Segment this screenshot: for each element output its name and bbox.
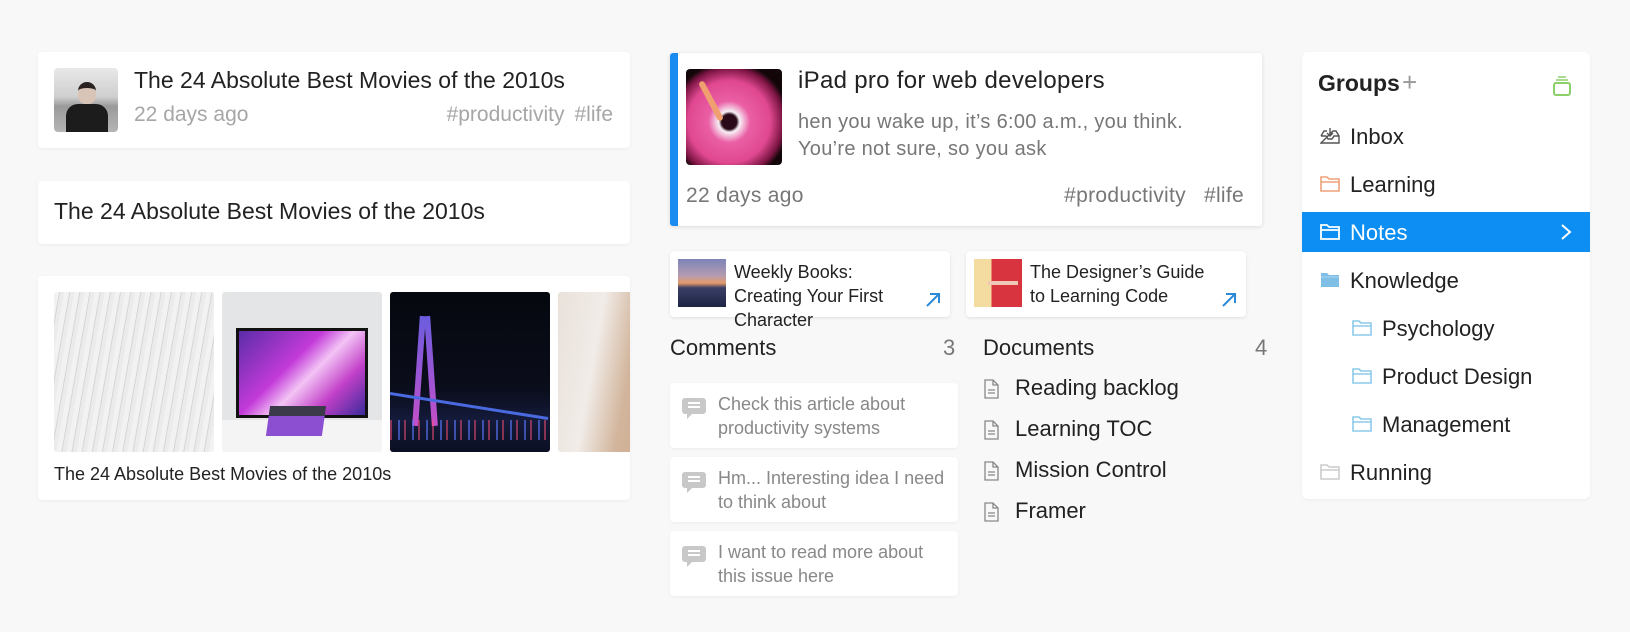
article-tags: #productivity #life: [447, 103, 613, 127]
group-label: Learning: [1350, 172, 1436, 197]
group-label: Knowledge: [1350, 268, 1459, 293]
folder-icon: [1320, 176, 1340, 192]
document-icon: [984, 461, 999, 481]
document-label: Mission Control: [1015, 457, 1167, 482]
document-icon: [984, 379, 999, 399]
gallery-image[interactable]: [390, 292, 550, 452]
comments-count: 3: [943, 335, 956, 360]
group-item-management[interactable]: Management: [1302, 404, 1590, 444]
selection-accent-bar: [670, 53, 678, 226]
avatar: [54, 68, 118, 132]
article-title: The 24 Absolute Best Movies of the 2010s: [54, 198, 485, 224]
link-title: Weekly Books: Creating Your First Charac…: [734, 262, 884, 330]
article-tags: #productivity #life: [1064, 184, 1244, 208]
group-item-running[interactable]: Running: [1302, 452, 1590, 492]
document-label: Reading backlog: [1015, 375, 1179, 400]
add-group-button[interactable]: +: [1402, 69, 1417, 95]
group-label: Notes: [1350, 220, 1408, 245]
gallery-image[interactable]: [222, 292, 382, 452]
comments-heading: Comments: [670, 335, 777, 360]
group-item-inbox[interactable]: Inbox: [1302, 116, 1590, 156]
link-title: The Designer’s Guide to Learning Code: [1030, 262, 1205, 306]
group-label: Psychology: [1382, 316, 1495, 341]
inbox-icon: [1320, 128, 1340, 144]
comment-item[interactable]: I want to read more about this issue her…: [670, 531, 958, 596]
tag-link[interactable]: #life: [1204, 184, 1244, 207]
group-label: Product Design: [1382, 364, 1533, 389]
comment-text: Check this article about productivity sy…: [718, 394, 906, 438]
gallery-image[interactable]: [54, 292, 214, 452]
tag-link[interactable]: #productivity: [1064, 184, 1186, 207]
external-arrow-icon[interactable]: [1220, 291, 1238, 309]
image-gallery[interactable]: [54, 292, 630, 452]
article-card-title-only[interactable]: The 24 Absolute Best Movies of the 2010s: [38, 181, 630, 244]
comment-bubble-icon: [682, 546, 706, 567]
article-title: The 24 Absolute Best Movies of the 2010s: [134, 67, 565, 93]
article-date: 22 days ago: [686, 184, 804, 207]
group-label: Inbox: [1350, 124, 1404, 149]
folder-icon: [1352, 320, 1372, 336]
document-label: Framer: [1015, 498, 1086, 523]
stack-icon[interactable]: [1552, 75, 1572, 97]
documents-heading: Documents: [983, 335, 1095, 360]
group-label: Management: [1382, 412, 1511, 437]
article-title: iPad pro for web developers: [798, 67, 1105, 94]
documents-count: 4: [1255, 335, 1268, 360]
gallery-image[interactable]: [558, 292, 630, 452]
linked-article-card[interactable]: The Designer’s Guide to Learning Code: [966, 251, 1246, 317]
link-thumbnail: [974, 259, 1022, 307]
comment-text: Hm... Interesting idea I need to think a…: [718, 468, 945, 512]
group-item-knowledge[interactable]: Knowledge: [1302, 260, 1590, 300]
group-item-notes[interactable]: Notes: [1302, 212, 1590, 252]
group-label: Running: [1350, 460, 1432, 485]
tag-link[interactable]: #productivity: [447, 103, 565, 126]
comment-bubble-icon: [682, 472, 706, 493]
comment-item[interactable]: Hm... Interesting idea I need to think a…: [670, 457, 958, 522]
link-thumbnail: [678, 259, 726, 307]
document-icon: [984, 420, 999, 440]
document-label: Learning TOC: [1015, 416, 1153, 441]
folder-filled-icon: [1321, 273, 1339, 287]
folder-icon: [1352, 416, 1372, 432]
comment-bubble-icon: [682, 398, 706, 419]
linked-article-card[interactable]: Weekly Books: Creating Your First Charac…: [670, 251, 950, 330]
article-card-with-avatar[interactable]: The 24 Absolute Best Movies of the 2010s…: [38, 52, 630, 148]
article-thumbnail: [686, 69, 782, 165]
group-item-learning[interactable]: Learning: [1302, 164, 1590, 204]
folder-icon: [1320, 224, 1340, 240]
article-excerpt: hen you wake up, it’s 6:00 a.m., you thi…: [798, 111, 1183, 160]
comment-text: I want to read more about this issue her…: [718, 542, 924, 586]
group-item-psychology[interactable]: Psychology: [1302, 308, 1590, 348]
article-title: The 24 Absolute Best Movies of the 2010s: [54, 464, 392, 484]
group-item-product-design[interactable]: Product Design: [1302, 356, 1590, 396]
folder-icon: [1352, 368, 1372, 384]
chevron-right-icon: [1561, 224, 1572, 240]
tag-link[interactable]: #life: [574, 103, 613, 126]
folder-icon: [1320, 464, 1340, 480]
document-icon: [984, 502, 999, 522]
featured-article-card[interactable]: iPad pro for web developers hen you wake…: [670, 53, 1262, 226]
comment-item[interactable]: Check this article about productivity sy…: [670, 383, 958, 448]
groups-heading: Groups: [1318, 70, 1400, 96]
article-card-gallery[interactable]: The 24 Absolute Best Movies of the 2010s: [38, 276, 630, 500]
external-arrow-icon[interactable]: [924, 291, 942, 309]
groups-panel: Groups + Inbox Learning Notes Knowledge …: [1302, 52, 1590, 499]
article-date: 22 days ago: [134, 103, 249, 126]
